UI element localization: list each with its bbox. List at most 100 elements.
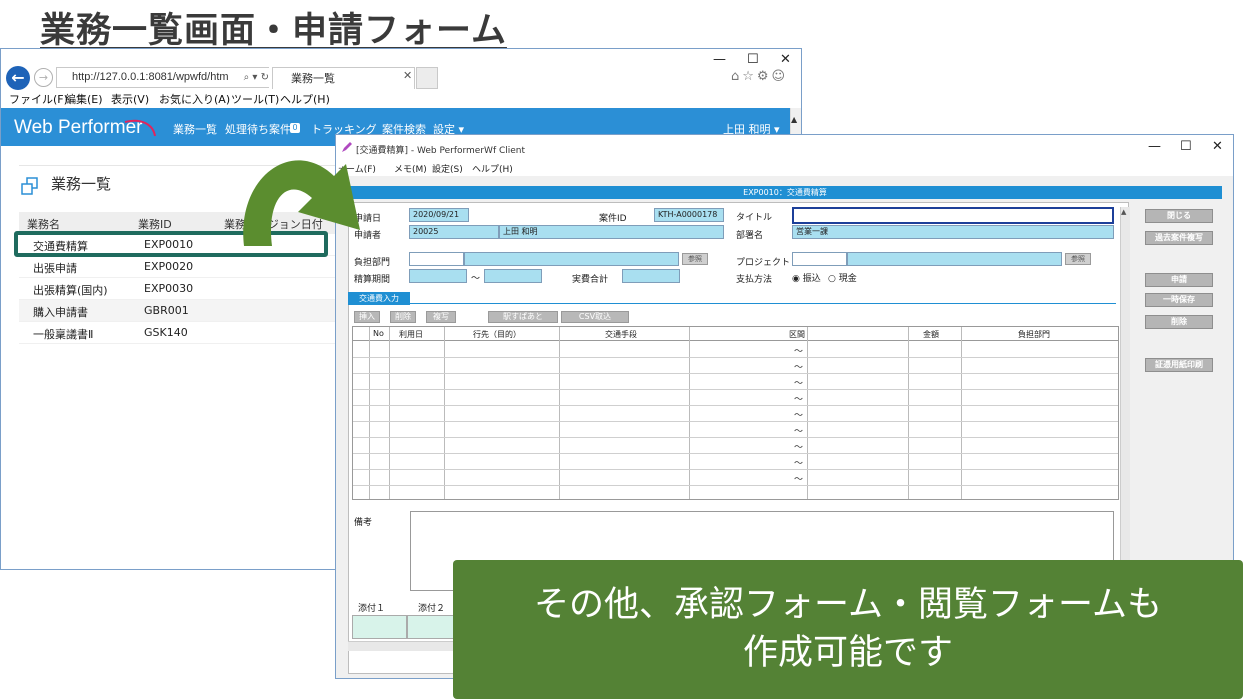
tab-close-icon[interactable]: ✕ <box>403 69 412 82</box>
form-title-bar: EXP0010：交通費精算 <box>348 186 1222 199</box>
close-icon[interactable]: ✕ <box>780 52 791 67</box>
minimize-icon[interactable]: — <box>1148 139 1161 154</box>
apply-button[interactable]: 申請 <box>1145 273 1213 287</box>
delete-row-button[interactable]: 削除 <box>390 311 416 323</box>
grid-header: No 利用日 行先（目的） 交通手段 区間 金額 負担部門 <box>353 327 1118 341</box>
dept-field[interactable]: 営業一課 <box>792 225 1114 239</box>
label-title: タイトル <box>736 213 773 223</box>
back-arrow-icon[interactable]: ← <box>6 66 30 90</box>
burden-dept-ref-button[interactable]: 参照 <box>682 253 708 265</box>
client-window-title: [交通費精算] - Web PerformerWf Client <box>356 146 526 156</box>
label-project: プロジェクト <box>736 258 791 268</box>
title-input[interactable] <box>792 207 1114 224</box>
radio-cash[interactable]: ○ 現金 <box>828 271 857 284</box>
period-separator: ～ <box>471 274 481 284</box>
period-to[interactable] <box>484 269 542 283</box>
label-case-id: 案件ID <box>599 214 627 224</box>
task-id: EXP0020 <box>144 260 194 273</box>
window-list-icon <box>21 177 38 195</box>
case-id-field[interactable]: KTH-A0000178 <box>654 208 724 222</box>
menu-tools[interactable]: ツール(T) <box>231 91 279 108</box>
task-id: GSK140 <box>144 326 188 339</box>
section-separator: ～ <box>794 427 804 437</box>
menu-edit[interactable]: 編集(E) <box>65 91 103 108</box>
section-separator: ～ <box>794 459 804 469</box>
label-attach1: 添付１ <box>358 604 386 614</box>
task-name[interactable]: 一般稟議書Ⅱ <box>33 326 93 342</box>
maximize-icon[interactable]: ☐ <box>1180 139 1192 154</box>
copy-row-button[interactable]: 複写 <box>426 311 456 323</box>
attach1-dropzone[interactable] <box>352 615 407 639</box>
task-id: EXP0030 <box>144 282 194 295</box>
close-button[interactable]: 閉じる <box>1145 209 1213 223</box>
menu-file[interactable]: ファイル(F) <box>9 91 68 108</box>
callout-line1: その他、承認フォーム・閲覧フォームも <box>534 585 1162 625</box>
col-task-name[interactable]: 業務名 <box>27 216 60 232</box>
task-id: GBR001 <box>144 304 189 317</box>
forward-arrow-icon[interactable]: → <box>34 68 53 87</box>
search-dropdown-refresh-icons[interactable]: ⌕ ▾ ↻ <box>229 68 269 87</box>
client-menubar: ォーム(F) メモ(M) 設定(S) ヘルプ(H) <box>336 160 1233 176</box>
new-tab-button[interactable] <box>416 67 438 89</box>
scroll-up-icon[interactable]: ▲ <box>1121 208 1126 216</box>
applicant-name-field[interactable]: 上田 和明 <box>499 225 724 239</box>
form-scrollbar[interactable] <box>1120 207 1130 577</box>
label-burden-dept: 負担部門 <box>354 258 391 268</box>
task-name[interactable]: 出張精算(国内) <box>33 282 108 298</box>
col-amount: 金額 <box>923 330 939 339</box>
table-row[interactable]: 出張精算(国内) EXP0030 <box>19 278 339 300</box>
logo-swoosh-icon <box>124 119 156 137</box>
minimize-icon[interactable]: — <box>713 52 726 67</box>
label-payment: 支払方法 <box>736 275 773 285</box>
nav-task-list[interactable]: 業務一覧 <box>173 121 217 137</box>
col-transport: 交通手段 <box>605 330 637 339</box>
expense-grid[interactable]: No 利用日 行先（目的） 交通手段 区間 金額 負担部門 ～ ～ ～ ～ ～ … <box>352 326 1119 500</box>
task-name[interactable]: 出張申請 <box>33 260 77 276</box>
browser-tab[interactable]: 業務一覧 <box>272 67 415 89</box>
col-destination: 行先（目的） <box>473 330 521 339</box>
menu-view[interactable]: 表示(V) <box>111 91 149 108</box>
scroll-up-icon[interactable]: ▲ <box>791 115 797 124</box>
tab-transport-input[interactable]: 交通費入力 <box>348 292 410 305</box>
project-code[interactable] <box>792 252 847 266</box>
menu-settings[interactable]: 設定(S) <box>432 162 463 175</box>
ekispert-button[interactable]: 駅すぱあと <box>488 311 558 323</box>
delete-button[interactable]: 削除 <box>1145 315 1213 329</box>
applicant-id-field[interactable]: 20025 <box>409 225 499 239</box>
task-name[interactable]: 購入申請書 <box>33 304 88 320</box>
project-name[interactable] <box>847 252 1062 266</box>
label-remarks: 備考 <box>354 518 373 528</box>
close-icon[interactable]: ✕ <box>1212 139 1223 154</box>
col-task-id[interactable]: 業務ID <box>138 216 172 232</box>
nav-pending-cases[interactable]: 処理待ち案件 <box>225 121 291 137</box>
menu-help[interactable]: ヘルプ(H) <box>280 91 330 108</box>
section-separator: ～ <box>794 347 804 357</box>
project-ref-button[interactable]: 参照 <box>1065 253 1091 265</box>
label-total: 実費合計 <box>572 275 609 285</box>
burden-dept-name[interactable] <box>464 252 679 266</box>
curved-arrow-icon <box>243 160 360 246</box>
menu-favorites[interactable]: お気に入り(A) <box>159 91 230 108</box>
date-field[interactable]: 2020/09/21 <box>409 208 469 222</box>
pending-count-badge: 0 <box>290 123 300 133</box>
temp-save-button[interactable]: 一時保存 <box>1145 293 1213 307</box>
csv-import-button[interactable]: CSV取込 <box>561 311 629 323</box>
menu-memo[interactable]: メモ(M) <box>394 162 427 175</box>
home-star-gear-icons[interactable]: ⌂☆⚙☺ <box>731 69 788 84</box>
print-voucher-button[interactable]: 証憑用紙印刷 <box>1145 358 1213 372</box>
burden-dept-code[interactable] <box>409 252 464 266</box>
table-row[interactable]: 一般稟議書Ⅱ GSK140 <box>19 322 339 344</box>
insert-row-button[interactable]: 挿入 <box>354 311 380 323</box>
section-separator: ～ <box>794 363 804 373</box>
radio-transfer[interactable]: ◉ 振込 <box>792 271 821 284</box>
maximize-icon[interactable]: ☐ <box>747 52 759 67</box>
col-no: No <box>373 329 384 338</box>
table-row[interactable]: 購入申請書 GBR001 <box>19 300 339 322</box>
period-from[interactable] <box>409 269 467 283</box>
menu-help[interactable]: ヘルプ(H) <box>472 162 513 175</box>
col-section: 区間 <box>789 330 805 339</box>
tab-strip <box>348 292 1116 304</box>
total-field[interactable] <box>622 269 680 283</box>
copy-past-case-button[interactable]: 過去案件複写 <box>1145 231 1213 245</box>
table-row[interactable]: 出張申請 EXP0020 <box>19 256 339 278</box>
